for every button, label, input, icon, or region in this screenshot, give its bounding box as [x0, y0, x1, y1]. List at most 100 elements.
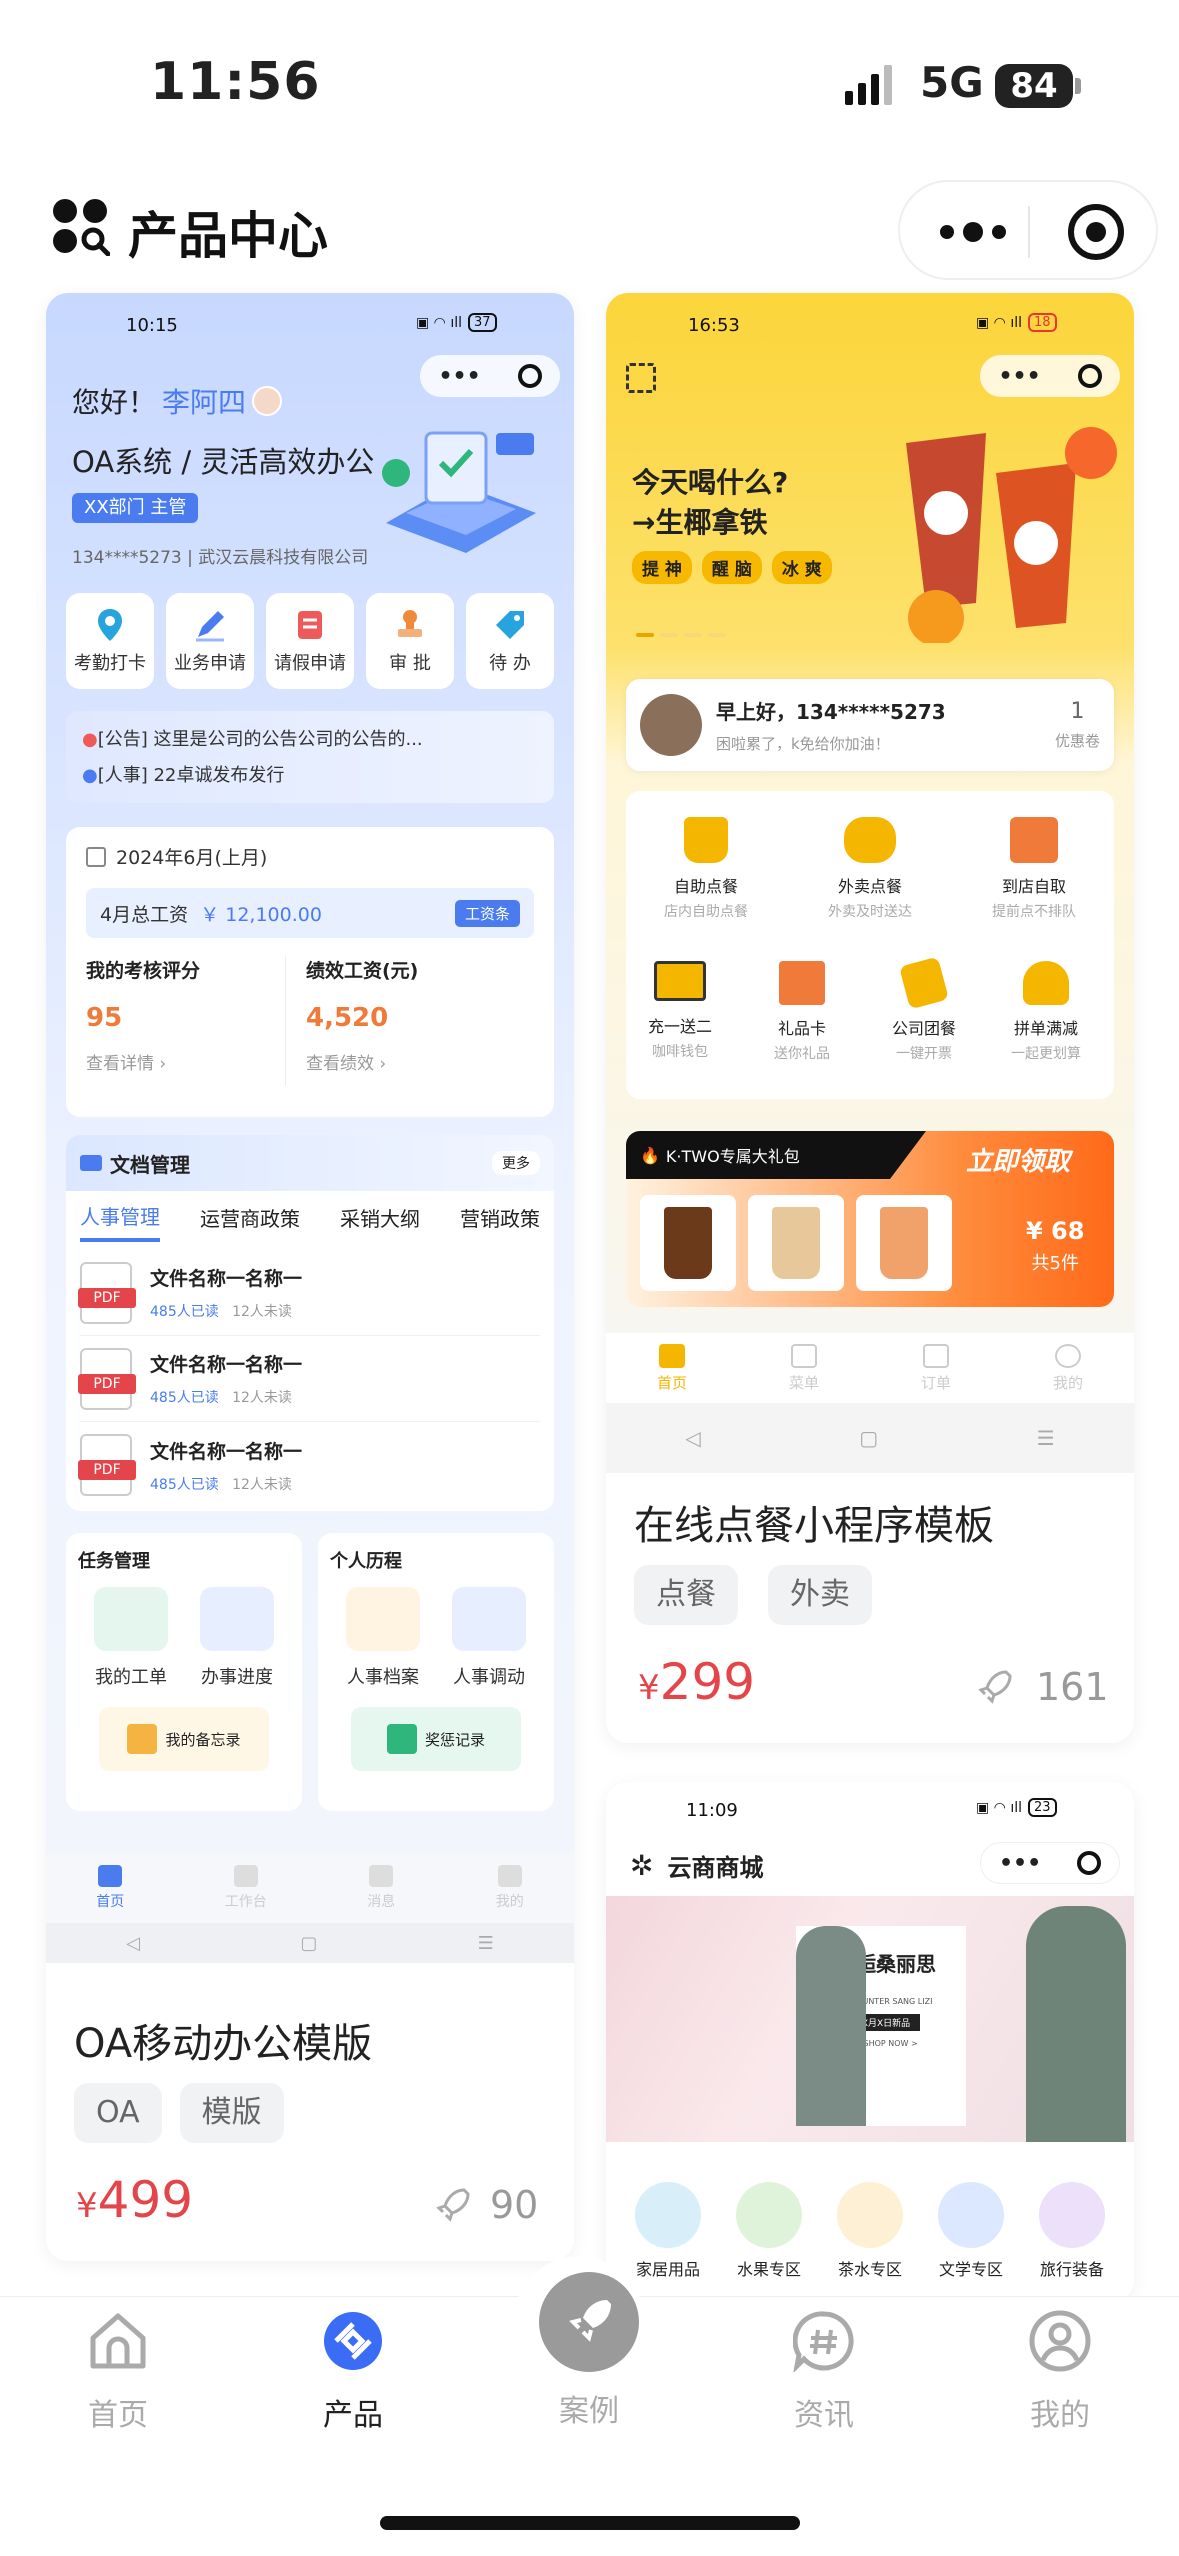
docs-panel: 文档管理 更多 人事管理 运营商政策 采销大纲 营销政策 PDF 文件名称一名称… — [66, 1135, 554, 1511]
member-row[interactable]: 早上好，134*****5273 困啦累了，k免给你加油！ 1 优惠卷 — [626, 679, 1114, 771]
launch-count: 161 — [976, 1665, 1109, 1709]
history-archive[interactable]: 人事档案 — [346, 1587, 420, 1689]
home-icon — [90, 2313, 146, 2369]
notice-board[interactable]: ●[公告] 这里是公司的公告公司的公告的... ●[人事] 22卓诚发布发行 — [66, 711, 554, 803]
doc-item[interactable]: PDF 文件名称一名称一 485人已读 12人未读 — [78, 1422, 540, 1508]
food-mini-tab-mine: 我的 — [1053, 1343, 1083, 1393]
reward-record-button[interactable]: 奖惩记录 — [351, 1707, 521, 1771]
service-gift-card[interactable]: 礼品卡 送你礼品 — [752, 961, 852, 1063]
history-transfer[interactable]: 人事调动 — [452, 1587, 526, 1689]
category-fruit[interactable]: 水果专区 — [721, 2182, 817, 2280]
docs-more-button[interactable]: 更多 — [492, 1151, 540, 1175]
service-group-meal[interactable]: 公司团餐 一键开票 — [874, 956, 974, 1063]
tab-home[interactable]: 首页 — [48, 2310, 188, 2434]
service-group-buy[interactable]: 拼单满减 一起更划算 — [996, 961, 1096, 1063]
oa-mini-tabbar: 首页 工作台 消息 我的 — [46, 1853, 574, 1923]
services-grid: 自助点餐 店内自助点餐 外卖点餐 外卖及时送达 到店自取 提前点不排队 充一送二… — [626, 791, 1114, 1099]
quick-action-business[interactable]: 业务申请 — [166, 593, 254, 689]
page-title: 产品中心 — [128, 207, 328, 265]
service-pickup[interactable]: 到店自取 提前点不排队 — [984, 817, 1084, 921]
gift-pack-banner[interactable]: 🔥 K·TWO专属大礼包 立即领取 ¥ 68 共5件 — [626, 1131, 1114, 1307]
network-type: 5G — [920, 58, 984, 107]
pdf-icon: PDF — [78, 1261, 136, 1324]
service-self-order[interactable]: 自助点餐 店内自助点餐 — [656, 817, 756, 921]
tab-mine[interactable]: 我的 — [990, 2310, 1130, 2434]
tab-marketing-policy[interactable]: 营销政策 — [460, 1203, 540, 1240]
home-indicator[interactable] — [380, 2516, 800, 2530]
category-travel[interactable]: 旅行装备 — [1024, 2182, 1120, 2280]
avatar — [252, 386, 283, 416]
quick-action-approval[interactable]: 审 批 — [366, 593, 454, 689]
product-tag: 外卖 — [768, 1565, 872, 1625]
food-order-template-card[interactable]: 16:53 ▣ ◠ ıll 18 ••• 今天喝什么? →生椰拿铁 提 神 醒 … — [606, 293, 1134, 1743]
food-preview: 16:53 ▣ ◠ ıll 18 ••• 今天喝什么? →生椰拿铁 提 神 醒 … — [606, 293, 1134, 1473]
memo-icon — [127, 1724, 158, 1754]
oa-template-card[interactable]: 10:15 ▣ ◠ ıll 37 ••• 您好！ 李阿四 OA系统 / 灵活高效… — [46, 293, 574, 2261]
location-icon — [98, 609, 122, 641]
promo-cta[interactable]: 立即领取 — [966, 1141, 1070, 1178]
product-tag: 点餐 — [634, 1565, 738, 1625]
score-detail-link[interactable]: 查看详情 › — [86, 1049, 285, 1074]
mall-banner[interactable]: 邂逅桑丽思 ENCOUNTER SANG LIZI X月X日新品 < SHOP … — [606, 1896, 1134, 2142]
service-recharge[interactable]: 充一送二 咖啡钱包 — [630, 961, 730, 1061]
close-target-icon[interactable] — [1068, 204, 1124, 260]
quick-action-label: 业务申请 — [174, 653, 246, 674]
docs-list: PDF 文件名称一名称一 485人已读 12人未读 PDF 文件名称一名称一 485… — [66, 1242, 554, 1516]
mall-template-card[interactable]: 11:09 ▣ ◠ ıll 23 ✲ 云商商城 ••• 邂逅桑丽思 ENCOUN… — [606, 1782, 1134, 2302]
task-my-orders[interactable]: 我的工单 — [94, 1587, 168, 1689]
category-home[interactable]: 家居用品 — [620, 2182, 716, 2280]
mini-status-icons: ▣ ◠ ıll 23 — [976, 1798, 1057, 1817]
promo-items — [640, 1195, 952, 1291]
docs-header: 文档管理 更多 — [66, 1135, 554, 1191]
salary-slip-button[interactable]: 工资条 — [454, 899, 520, 927]
service-delivery[interactable]: 外卖点餐 外卖及时送达 — [820, 817, 920, 921]
tab-purchase-outline[interactable]: 采销大纲 — [340, 1203, 420, 1240]
tab-news[interactable]: 资讯 — [754, 2310, 894, 2434]
coupon-block[interactable]: 1 优惠卷 — [1055, 699, 1100, 751]
user-name: 李阿四 — [162, 386, 247, 419]
dept-badge: XX部门 主管 — [72, 493, 199, 523]
scan-icon[interactable] — [626, 363, 656, 393]
category-literature[interactable]: 文学专区 — [923, 2182, 1019, 2280]
calendar-icon — [86, 846, 106, 867]
promo-price: ¥ 68 共5件 — [1026, 1217, 1085, 1274]
tab-operator-policy[interactable]: 运营商政策 — [200, 1203, 300, 1240]
quick-action-leave[interactable]: 请假申请 — [266, 593, 354, 689]
signal-icon — [845, 65, 892, 105]
folder-icon — [80, 1155, 102, 1171]
notice-item: ●[公告] 这里是公司的公告公司的公告的... — [82, 729, 423, 750]
tab-products[interactable]: 产品 — [283, 2310, 423, 2434]
tag-icon — [496, 611, 524, 639]
quick-action-attendance[interactable]: 考勤打卡 — [66, 593, 154, 689]
oa-mini-nav: ◁ ▢ ☰ — [46, 1923, 574, 1963]
oa-headline: OA系统 / 灵活高效办公 — [72, 445, 375, 479]
mini-program-capsule[interactable] — [898, 180, 1158, 280]
mall-header: ✲ 云商商城 — [630, 1848, 763, 1883]
food-mini-tab-orders: 订单 — [921, 1343, 951, 1393]
drink-cups-image — [906, 427, 1117, 643]
tab-cases[interactable]: 案例 — [519, 2270, 659, 2430]
tab-hr[interactable]: 人事管理 — [80, 1201, 160, 1242]
doc-item[interactable]: PDF 文件名称一名称一 485人已读 12人未读 — [78, 1250, 540, 1336]
pen-icon — [196, 611, 224, 642]
gauge-icon — [200, 1587, 274, 1651]
category-tea[interactable]: 茶水专区 — [822, 2182, 918, 2280]
drink-icon — [898, 956, 950, 1010]
more-dots-icon[interactable] — [938, 220, 1008, 244]
perf-detail-link[interactable]: 查看绩效 › — [306, 1049, 418, 1074]
ticket-icon — [654, 961, 706, 1001]
product-price: ¥499 — [76, 2171, 194, 2229]
memo-button[interactable]: 我的备忘录 — [99, 1707, 269, 1771]
oa-mini-tab-messages: 消息 — [367, 1865, 395, 1911]
rocket-icon — [436, 2188, 470, 2222]
pdf-icon: PDF — [78, 1434, 136, 1496]
food-mini-tabbar: 首页 菜单 订单 我的 — [606, 1333, 1134, 1403]
mini-time: 16:53 — [688, 315, 740, 336]
food-slogan: 今天喝什么? →生椰拿铁 — [632, 466, 789, 539]
task-progress[interactable]: 办事进度 — [200, 1587, 274, 1689]
product-name: 在线点餐小程序模板 — [634, 1503, 994, 1549]
quick-action-todo[interactable]: 待 办 — [466, 593, 554, 689]
doc-icon — [298, 611, 322, 639]
doc-item[interactable]: PDF 文件名称一名称一 485人已读 12人未读 — [78, 1336, 540, 1422]
trophy-icon — [386, 1724, 417, 1754]
